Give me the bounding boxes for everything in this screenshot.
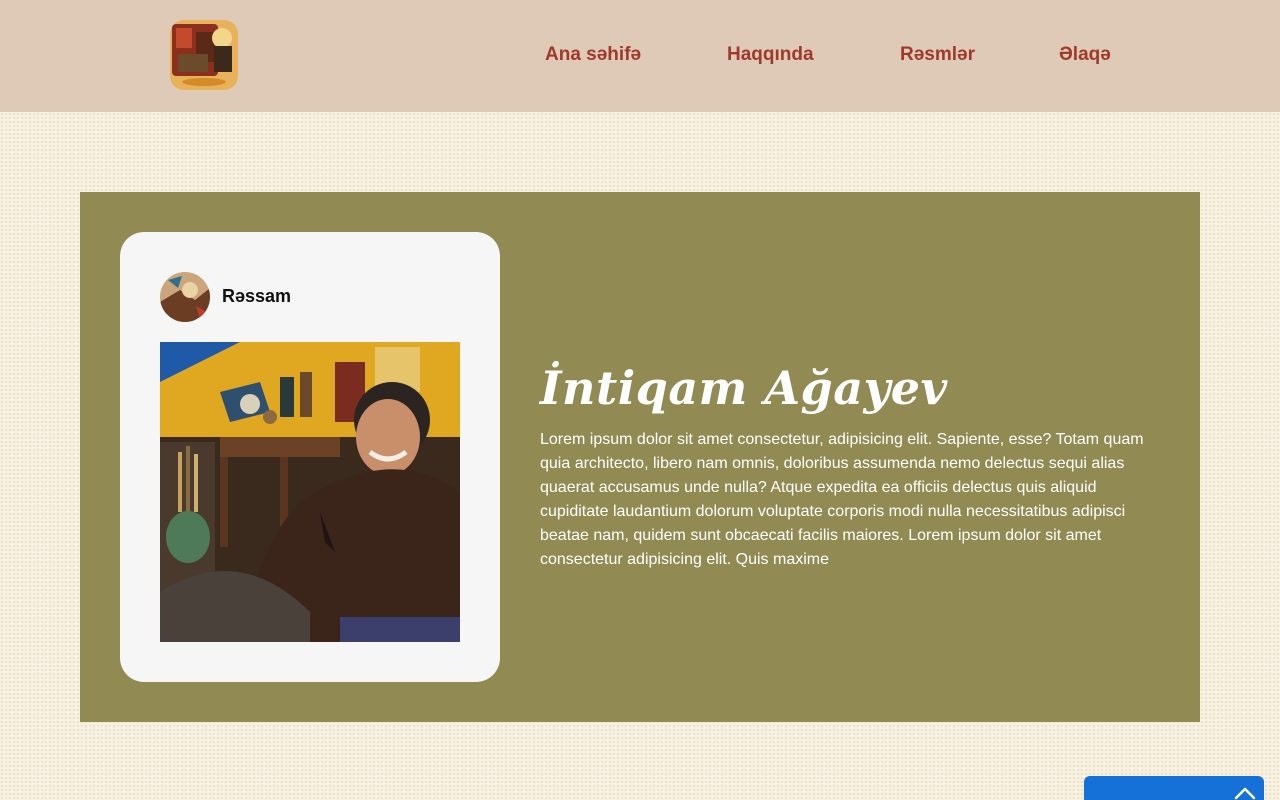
nav-contact[interactable]: Əlaqə [1059,44,1111,66]
art-studio-logo-icon[interactable] [168,18,240,92]
nav-paintings[interactable]: Rəsmlər [900,44,975,66]
artist-section: Rəssam İntiqam Ağayev Lorem ipsum dolor … [80,192,1200,722]
card-label: Rəssam [222,286,292,306]
chevron-up-icon[interactable] [1234,782,1256,800]
artist-portrait-image [160,342,460,642]
nav-home[interactable]: Ana səhifə [545,44,641,66]
artist-bio: Lorem ipsum dolor sit amet consectetur, … [540,431,1144,568]
site-header: Ana səhifə Haqqında Rəsmlər Əlaqə [0,0,1280,112]
artist-card: Rəssam [120,232,500,682]
artist-name: İntiqam Ağayev [540,360,948,415]
artist-avatar-icon [160,272,210,322]
nav-about[interactable]: Haqqında [727,44,814,66]
chat-widget-tab[interactable] [1084,776,1264,800]
